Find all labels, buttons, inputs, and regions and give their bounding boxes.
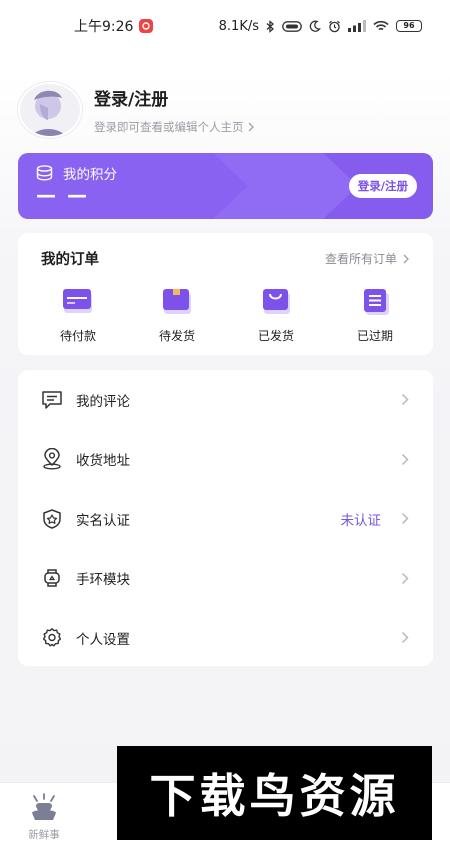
location-icon bbox=[41, 448, 63, 470]
settings-menu: 我的评论 收货地址 实名认证 未认证 手环模块 个人设置 bbox=[18, 370, 433, 666]
battery-icon: 96 bbox=[396, 20, 422, 32]
view-all-orders-label: 查看所有订单 bbox=[324, 252, 397, 266]
app-notification-icon bbox=[139, 19, 154, 33]
order-label: 待发货 bbox=[158, 329, 195, 343]
order-pending-payment[interactable]: 待付款 bbox=[50, 287, 106, 344]
points-title: 我的积分 bbox=[63, 167, 117, 183]
profile-header[interactable]: 登录/注册 登录即可查看或编辑个人主页 bbox=[18, 82, 254, 138]
chevron-right-icon bbox=[403, 254, 409, 263]
chevron-right-icon bbox=[401, 453, 409, 465]
coins-icon bbox=[36, 165, 53, 181]
list-icon bbox=[364, 289, 389, 315]
profile-hint-text: 登录即可查看或编辑个人主页 bbox=[94, 120, 244, 134]
gear-icon bbox=[41, 627, 63, 649]
order-label: 已发货 bbox=[257, 329, 294, 343]
order-shipped[interactable]: 已发货 bbox=[248, 287, 304, 344]
status-time: 上午9:26 bbox=[74, 19, 134, 35]
points-value: — — bbox=[36, 183, 89, 207]
bag-icon bbox=[263, 289, 290, 314]
menu-label: 实名认证 bbox=[76, 512, 130, 529]
tab-news[interactable]: 新鲜事 bbox=[14, 793, 74, 842]
watermark-text: 下载鸟资源 bbox=[149, 769, 400, 823]
volte-icon bbox=[282, 20, 302, 32]
order-expired[interactable]: 已过期 bbox=[347, 287, 403, 344]
magic-hat-icon bbox=[32, 793, 56, 820]
verification-status: 未认证 bbox=[340, 512, 382, 529]
wristband-icon bbox=[41, 567, 63, 589]
shield-icon bbox=[41, 508, 63, 530]
wifi-icon bbox=[373, 20, 389, 31]
chevron-right-icon bbox=[401, 632, 409, 644]
order-label: 已过期 bbox=[356, 329, 393, 343]
menu-label: 手环模块 bbox=[76, 572, 130, 589]
menu-item-real-name-verification[interactable]: 实名认证 未认证 bbox=[18, 489, 433, 549]
chevron-right-icon bbox=[248, 122, 254, 132]
orders-card: 我的订单 查看所有订单 待付款 待发货 已发货 已过期 bbox=[18, 233, 433, 355]
menu-item-personal-settings[interactable]: 个人设置 bbox=[18, 608, 433, 668]
order-label: 待付款 bbox=[59, 329, 96, 343]
profile-login-title[interactable]: 登录/注册 bbox=[94, 85, 254, 110]
card-icon bbox=[63, 289, 92, 313]
moon-icon bbox=[309, 20, 321, 32]
comment-icon bbox=[41, 389, 63, 411]
orders-title: 我的订单 bbox=[41, 252, 99, 268]
chevron-right-icon bbox=[401, 394, 409, 406]
bluetooth-icon bbox=[266, 19, 274, 33]
signal-icon bbox=[348, 20, 366, 32]
menu-label: 收货地址 bbox=[76, 453, 130, 470]
chevron-right-icon bbox=[401, 513, 409, 525]
menu-label: 个人设置 bbox=[76, 631, 130, 648]
menu-item-my-comments[interactable]: 我的评论 bbox=[18, 370, 433, 430]
chevron-right-icon bbox=[401, 572, 409, 584]
avatar[interactable] bbox=[18, 82, 82, 138]
status-bar: 上午9:26 8.1K/s 96 bbox=[0, 0, 450, 52]
menu-label: 我的评论 bbox=[76, 393, 130, 410]
alarm-icon bbox=[329, 20, 340, 32]
profile-hint[interactable]: 登录即可查看或编辑个人主页 bbox=[94, 119, 254, 135]
menu-item-wristband-module[interactable]: 手环模块 bbox=[18, 549, 433, 609]
view-all-orders-link[interactable]: 查看所有订单 bbox=[325, 250, 409, 267]
order-awaiting-shipment[interactable]: 待发货 bbox=[149, 287, 205, 344]
points-card[interactable]: 我的积分 — — 登录/注册 bbox=[18, 153, 433, 219]
menu-item-shipping-address[interactable]: 收货地址 bbox=[18, 430, 433, 490]
tab-news-label: 新鲜事 bbox=[28, 829, 60, 841]
box-icon bbox=[163, 289, 191, 314]
network-speed: 8.1K/s bbox=[218, 18, 259, 34]
watermark-banner: 下载鸟资源 bbox=[117, 746, 432, 840]
points-login-button[interactable]: 登录/注册 bbox=[348, 174, 417, 198]
